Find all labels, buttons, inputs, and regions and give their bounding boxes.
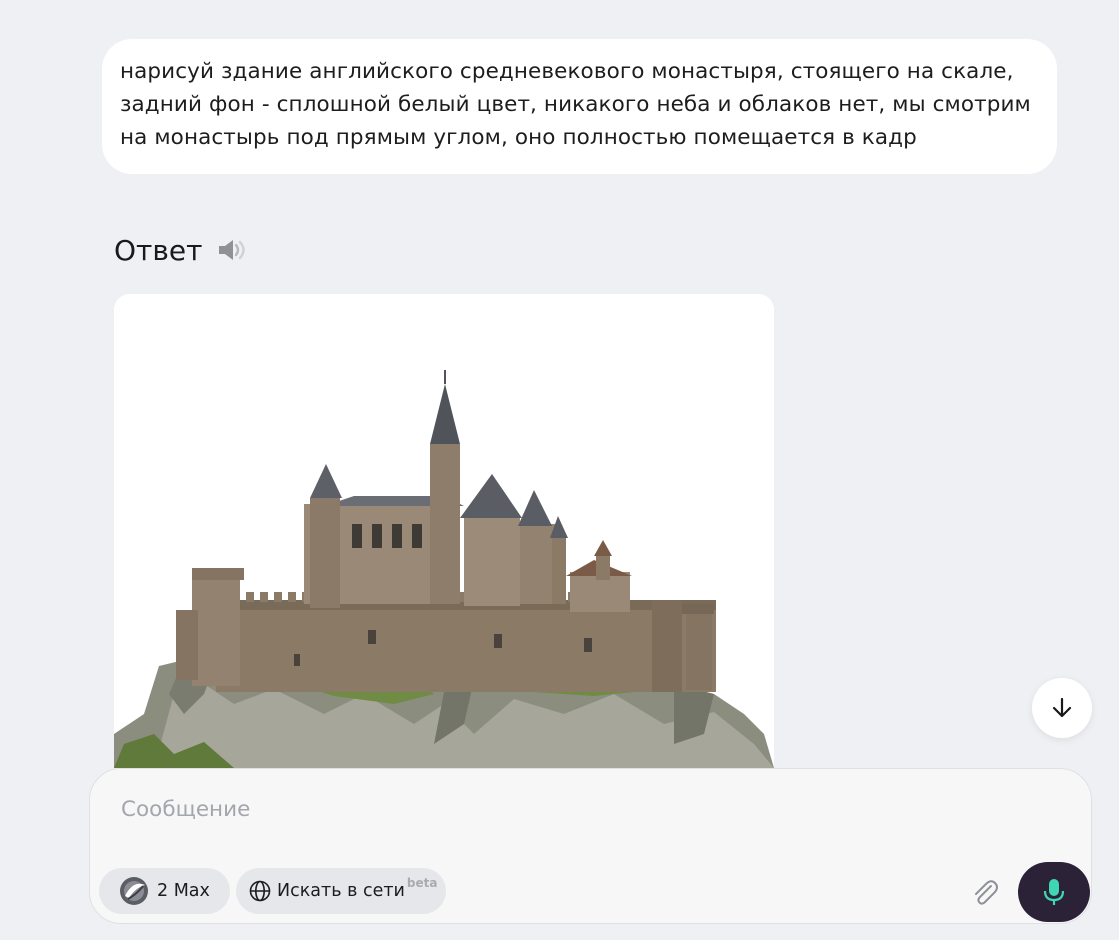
web-search-label: Искать в сети xyxy=(277,881,405,901)
scroll-down-button[interactable] xyxy=(1032,678,1092,738)
attach-button[interactable] xyxy=(969,877,999,907)
answer-header: Ответ xyxy=(114,228,248,272)
message-composer: 2 Max Искать в сети beta xyxy=(89,768,1092,924)
user-message-text: нарисуй здание английского средневековог… xyxy=(120,59,1031,150)
globe-icon xyxy=(249,880,271,902)
microphone-button[interactable] xyxy=(1018,862,1090,922)
speaker-icon[interactable] xyxy=(216,236,248,264)
model-logo-icon xyxy=(120,877,148,905)
microphone-icon xyxy=(1043,879,1065,905)
web-search-chip[interactable]: Искать в сети beta xyxy=(236,868,446,914)
beta-badge: beta xyxy=(406,876,438,890)
castle-on-rock-image xyxy=(114,294,774,768)
model-selector-chip[interactable]: 2 Max xyxy=(99,868,230,914)
generated-image[interactable] xyxy=(114,294,774,768)
user-message-bubble: нарисуй здание английского средневековог… xyxy=(102,39,1057,174)
arrow-down-icon xyxy=(1052,697,1072,718)
message-input[interactable] xyxy=(121,797,921,822)
paperclip-icon xyxy=(975,880,998,905)
model-selector-label: 2 Max xyxy=(157,881,210,901)
answer-title: Ответ xyxy=(114,233,203,267)
